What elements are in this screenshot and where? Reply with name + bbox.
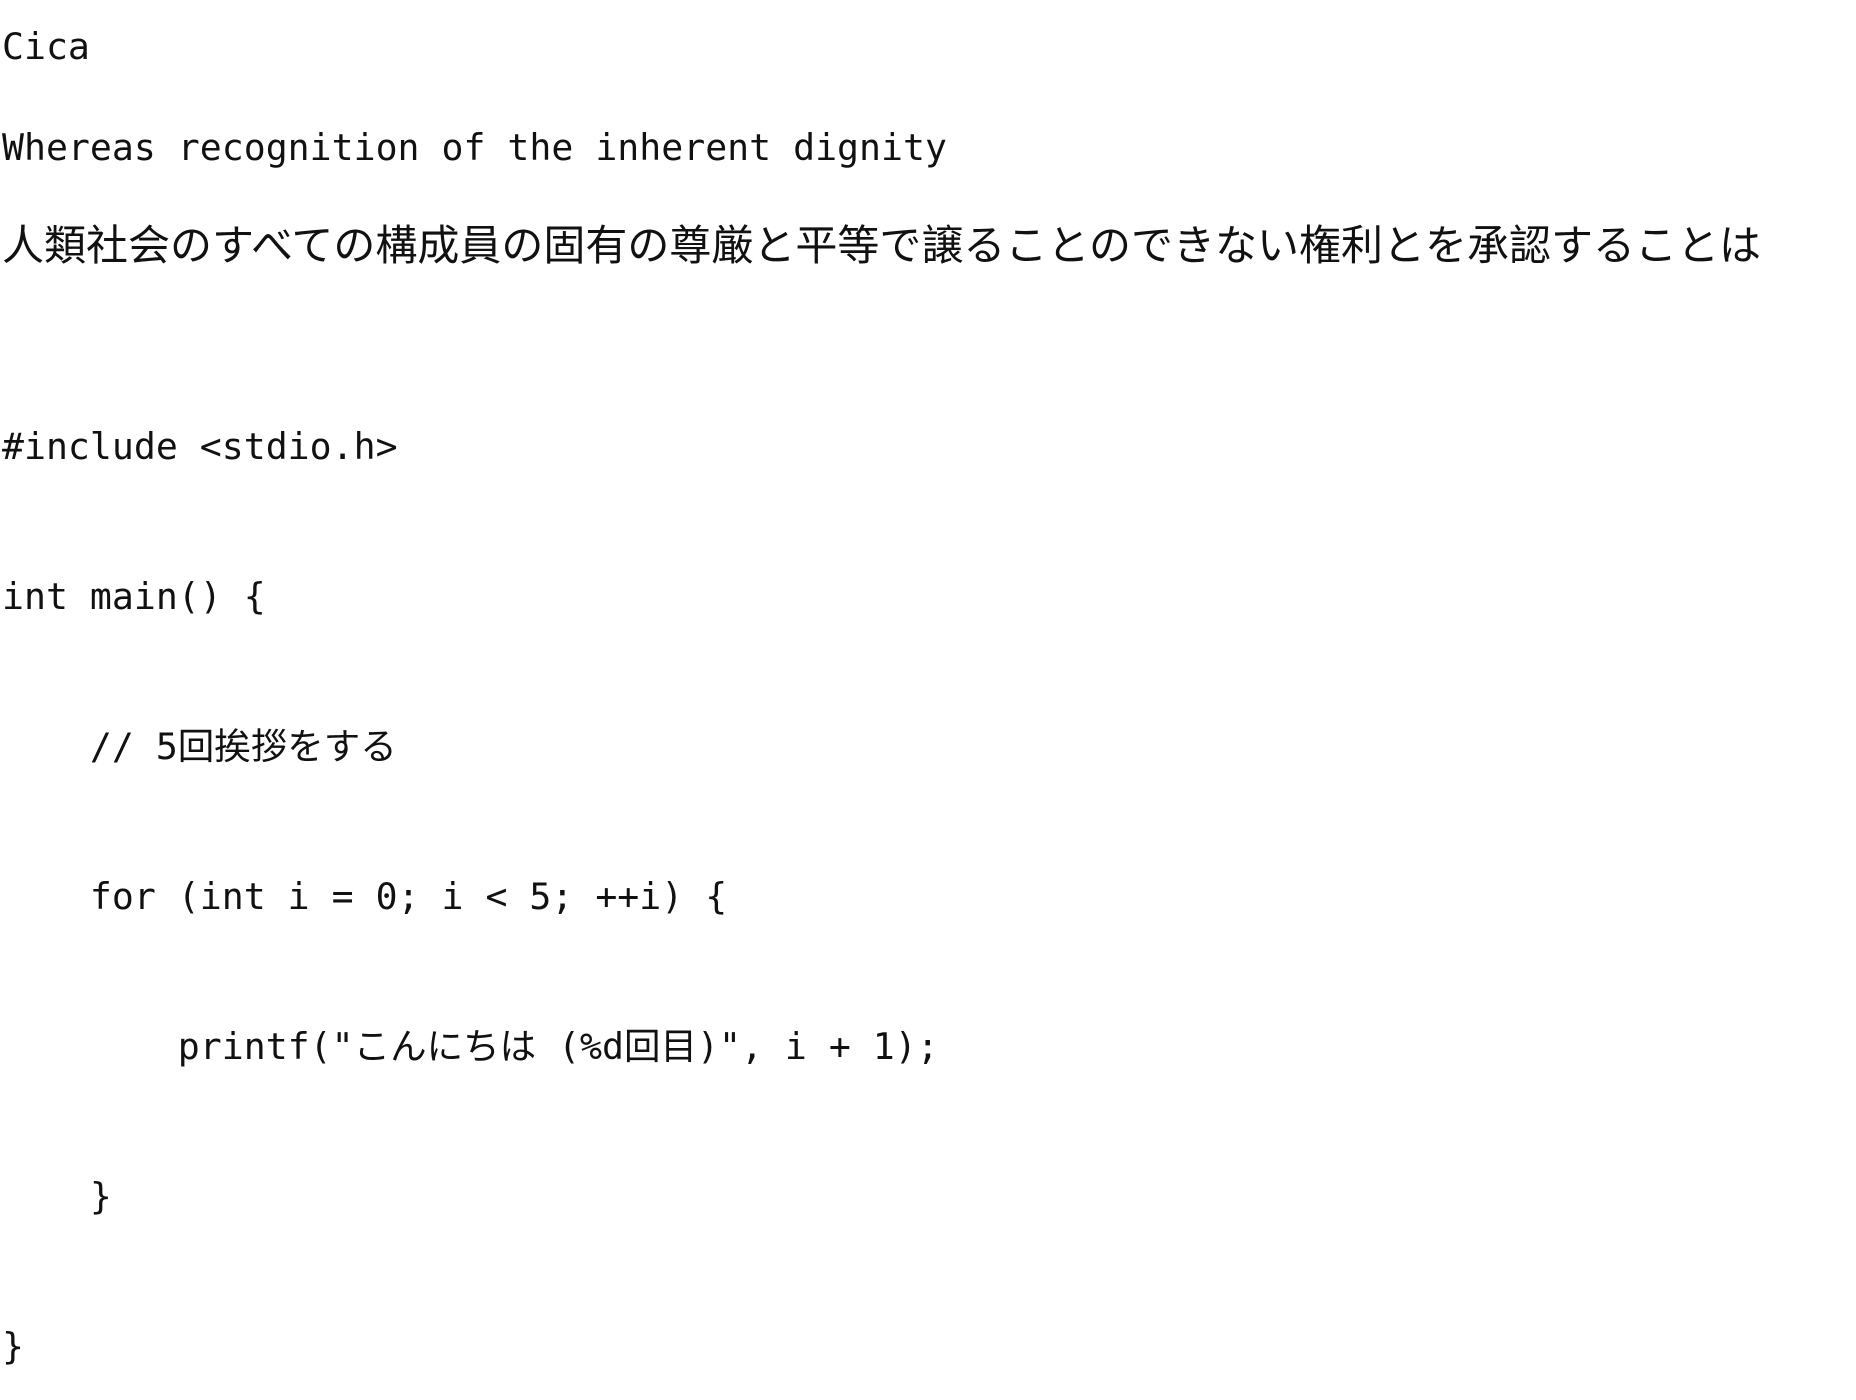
code-line: int main() {: [2, 575, 266, 618]
english-sample-text: Whereas recognition of the inherent dign…: [2, 126, 947, 169]
code-line: }: [2, 1175, 112, 1218]
code-line: }: [2, 1325, 24, 1368]
code-line: // 5回挨拶をする: [2, 725, 397, 768]
code-line: for (int i = 0; i < 5; ++i) {: [2, 875, 728, 918]
font-name-title: Cica: [2, 25, 90, 68]
japanese-sample-text: 人類社会のすべての構成員の固有の尊厳と平等で譲ることのできない権利とを承認するこ…: [2, 221, 1761, 270]
code-line: #include <stdio.h>: [2, 425, 398, 468]
code-line: printf("こんにちは (%d回目)", i + 1);: [2, 1025, 939, 1068]
code-sample: #include <stdio.h> int main() { // 5回挨拶を…: [2, 322, 939, 1400]
